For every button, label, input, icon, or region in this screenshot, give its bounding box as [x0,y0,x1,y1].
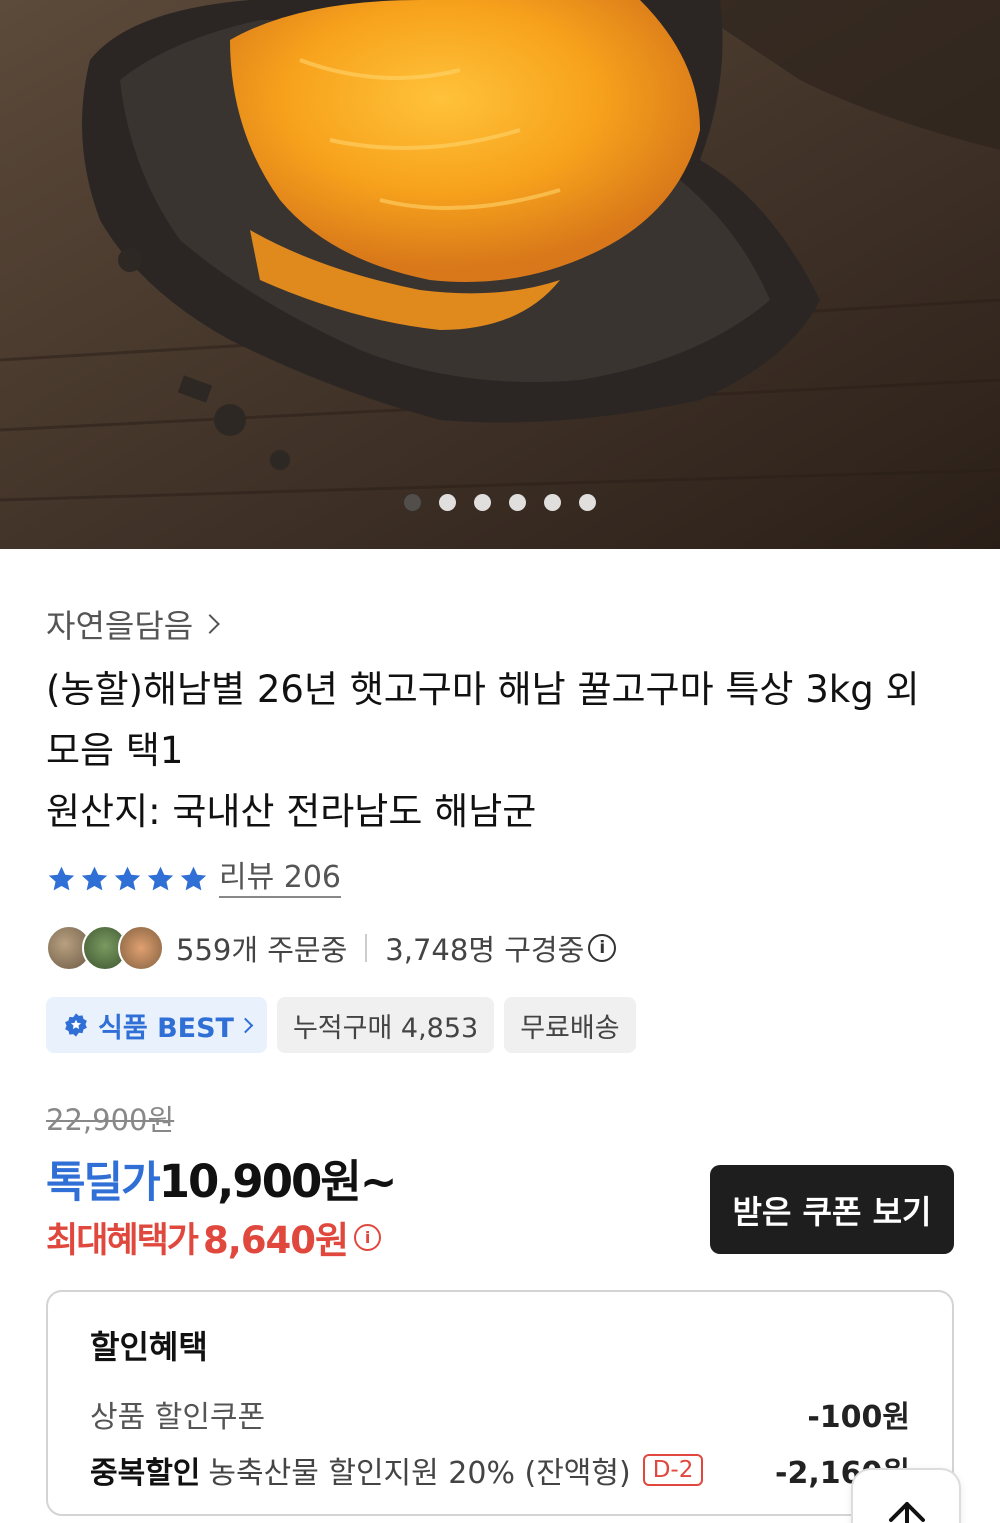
info-icon[interactable]: i [588,934,617,962]
buyer-avatars [46,925,164,971]
discount-title: 할인혜택 [90,1328,208,1366]
product-image-carousel[interactable] [0,0,1000,549]
duplicate-discount-label: 중복할인 [90,1456,201,1491]
coupon-discount-label: 상품 할인쿠폰 [90,1400,266,1435]
deal-price: 10,900원~ [158,1155,398,1208]
free-shipping-chip: 무료배송 [504,997,636,1053]
divider [365,934,368,962]
best-chip-label: 식품 BEST [98,1012,234,1044]
star-icon [48,866,75,891]
review-link[interactable]: 리뷰 206 [219,861,341,898]
star-icon [147,866,174,891]
product-chips: 식품 BEST 누적구매 4,853 무료배송 [46,997,636,1053]
carousel-indicator [0,494,1000,511]
rating-stars [46,864,209,895]
chevron-right-icon [200,614,221,634]
view-coupons-button[interactable]: 받은 쿠폰 보기 [710,1165,954,1254]
product-title: (농할)해남별 26년 햇고구마 해남 꿀고구마 특상 3kg 외 모음 택1 … [46,659,956,842]
social-proof-row: 559개 주문중 3,748명 구경중 i [46,925,617,971]
carousel-dot[interactable] [404,494,421,511]
star-icon [114,866,141,891]
carousel-dot[interactable] [439,494,456,511]
rating-row: 리뷰 206 [46,861,341,898]
arrow-up-icon [889,1502,925,1523]
discount-benefits-box: 할인혜택 상품 할인쿠폰 -100원 중복할인 농축산물 할인지원 20% (잔… [46,1290,954,1516]
scroll-to-top-button[interactable] [851,1468,961,1523]
d-day-badge: D-2 [642,1454,704,1486]
ordering-count: 559개 주문중 [176,933,348,967]
browsing-count: 3,748명 구경중 [385,933,585,967]
carousel-dot[interactable] [474,494,491,511]
roasted-sweet-potato-image [0,0,1000,549]
title-line-2: 모음 택1 [46,729,184,772]
chevron-right-icon [237,1017,254,1033]
origin-text: 원산지: 국내산 전라남도 해남군 [46,790,537,833]
duplicate-discount-row: 중복할인 농축산물 할인지원 20% (잔액형) D-2 -2,160원 [90,1448,910,1492]
star-icon [180,866,207,891]
carousel-dot[interactable] [579,494,596,511]
star-icon [81,866,108,891]
coupon-discount-amount: -100원 [807,1400,910,1435]
best-badge-icon [65,1013,87,1037]
carousel-dot[interactable] [509,494,526,511]
coupon-discount-row: 상품 할인쿠폰 -100원 [90,1392,910,1436]
cumulative-purchase-chip: 누적구매 4,853 [276,997,495,1053]
max-benefit-row: 최대혜택가 8,640원 i [46,1210,382,1264]
seller-name: 자연을담음 [46,607,194,645]
original-price: 22,900원 [46,1103,175,1137]
deal-label: 톡딜가 [46,1158,161,1208]
max-benefit-price: 8,640원 [203,1219,349,1262]
avatar [118,925,164,971]
best-category-chip[interactable]: 식품 BEST [46,997,267,1053]
info-icon[interactable]: i [354,1223,382,1251]
duplicate-discount-desc: 농축산물 할인지원 20% (잔액형) [208,1456,631,1491]
seller-link[interactable]: 자연을담음 [46,601,221,647]
max-benefit-label: 최대혜택가 [46,1220,199,1261]
carousel-dot[interactable] [544,494,561,511]
title-line-1: (농할)해남별 26년 햇고구마 해남 꿀고구마 특상 3kg 외 [46,668,920,711]
deal-price-row: 톡딜가 10,900원~ [46,1145,398,1210]
